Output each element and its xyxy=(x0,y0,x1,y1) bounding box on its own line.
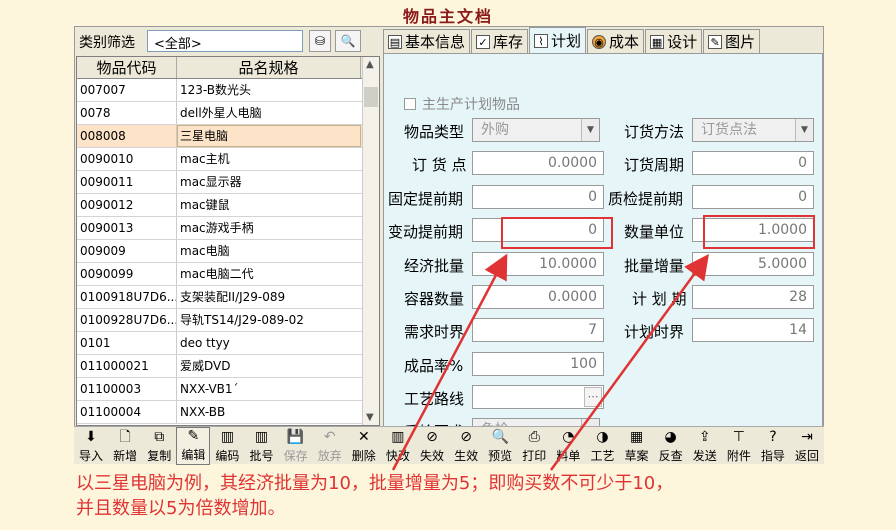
annotation-caption: 以三星电脑为例，其经济批量为10，批量增量为5；即购买数不可少于10， 并且数量… xyxy=(76,471,876,521)
caption-line-1: 以三星电脑为例，其经济批量为10，批量增量为5；即购买数不可少于10， xyxy=(76,473,674,494)
caption-line-2: 并且数量以5为倍数增加。 xyxy=(76,498,286,519)
arrow-to-eco-batch xyxy=(391,253,508,471)
arrow-to-batch-incr xyxy=(549,253,709,471)
annotation-arrows xyxy=(391,253,709,471)
